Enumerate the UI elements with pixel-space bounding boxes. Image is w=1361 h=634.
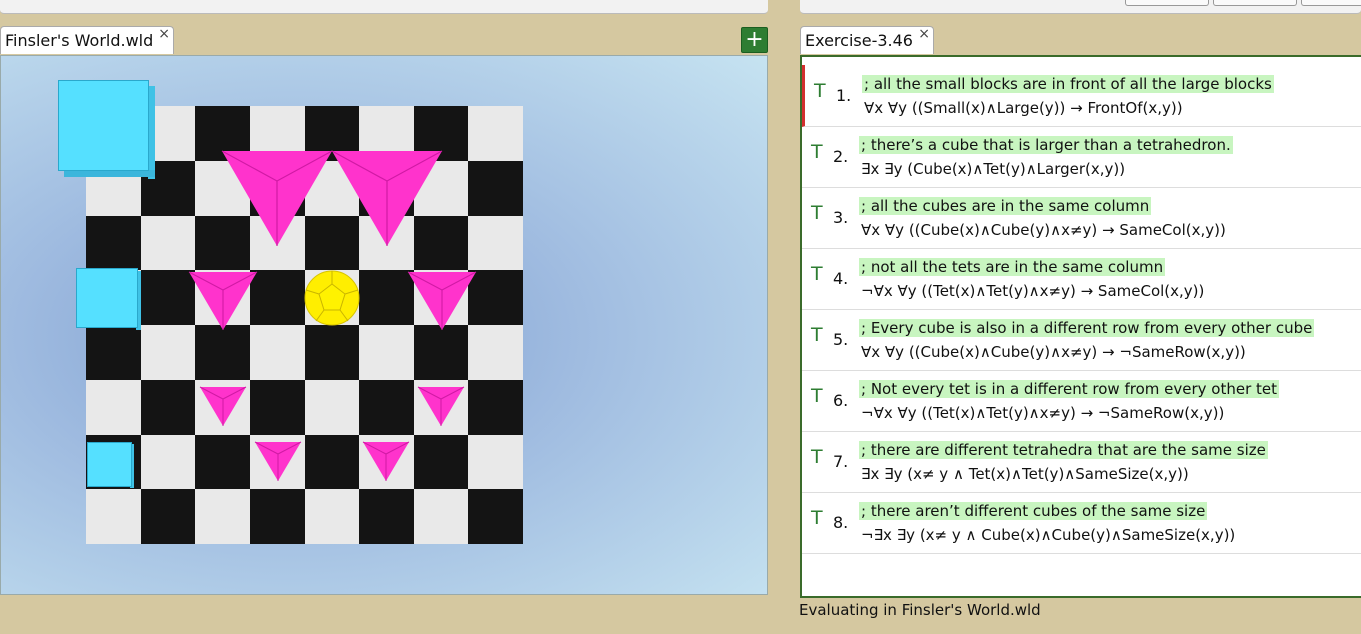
sentence-row[interactable]: T 6. ; Not every tet is in a different row… <box>802 370 1361 432</box>
left-top-toolbar <box>0 0 768 14</box>
truth-value: T <box>811 324 823 346</box>
sentence-number: 7. <box>833 452 849 471</box>
sentence-tab[interactable]: Exercise-3.46 × <box>800 26 934 54</box>
close-icon[interactable]: × <box>158 20 170 48</box>
sentence-tab-label: Exercise-3.46 <box>805 31 913 50</box>
close-icon[interactable]: × <box>918 20 930 48</box>
truth-value: T <box>811 141 823 163</box>
sentence-formula[interactable]: ∀x ∀y ((Cube(x)∧Cube(y)∧x≠y) → SameCol(x… <box>861 221 1226 239</box>
sentence-number: 3. <box>833 208 849 227</box>
sentence-formula[interactable]: ∀x ∀y ((Cube(x)∧Cube(y)∧x≠y) → ¬SameRow(… <box>861 343 1246 361</box>
truth-value: T <box>811 202 823 224</box>
medium-tetrahedron[interactable] <box>407 271 477 330</box>
sentence-formula[interactable]: ¬∀x ∀y ((Tet(x)∧Tet(y)∧x≠y) → SameCol(x,… <box>861 282 1204 300</box>
sentence-row[interactable]: T 1. ; all the small blocks are in front o… <box>802 65 1361 127</box>
sentence-formula[interactable]: ∃x ∃y (x≠ y ∧ Tet(x)∧Tet(y)∧SameSize(x,y… <box>861 465 1189 483</box>
sentence-comment[interactable]: ; not all the tets are in the same colum… <box>859 258 1166 276</box>
sentence-number: 4. <box>833 269 849 288</box>
sentence-comment[interactable]: ; there are different tetrahedra that ar… <box>859 441 1268 459</box>
small-tetrahedron[interactable] <box>417 386 465 426</box>
dodecahedron[interactable] <box>304 270 360 326</box>
sentence-number: 1. <box>836 86 852 105</box>
sentence-formula[interactable]: ∃x ∃y (Cube(x)∧Tet(y)∧Larger(x,y)) <box>861 160 1125 178</box>
toolbar-button[interactable] <box>1301 0 1361 6</box>
world-view[interactable] <box>0 55 768 595</box>
toolbar-button[interactable] <box>1125 0 1209 6</box>
sentence-number: 2. <box>833 147 849 166</box>
world-shapes <box>188 150 477 481</box>
sentence-formula[interactable]: ¬∃x ∃y (x≠ y ∧ Cube(x)∧Cube(y)∧SameSize(… <box>861 526 1235 544</box>
sentence-comment[interactable]: ; all the cubes are in the same column <box>859 197 1152 215</box>
sentence-number: 5. <box>833 330 849 349</box>
sentence-comment[interactable]: ; there’s a cube that is larger than a t… <box>859 136 1233 154</box>
sentence-formula[interactable]: ∀x ∀y ((Small(x)∧Large(y)) → FrontOf(x,y… <box>864 99 1183 117</box>
sentence-formula[interactable]: ¬∀x ∀y ((Tet(x)∧Tet(y)∧x≠y) → ¬SameRow(x… <box>861 404 1224 422</box>
sentence-editor[interactable]: T 1. ; all the small blocks are in front o… <box>800 55 1361 598</box>
world-tab-label: Finsler's World.wld <box>5 31 154 50</box>
sentence-row[interactable]: T 2. ; there’s a cube that is larger than … <box>802 126 1361 188</box>
sentence-row[interactable]: T 4. ; not all the tets are in the same co… <box>802 248 1361 310</box>
sentence-row[interactable]: T 3. ; all the cubes are in the same colum… <box>802 187 1361 249</box>
sentence-number: 6. <box>833 391 849 410</box>
small-tetrahedron[interactable] <box>362 441 410 481</box>
sentence-comment[interactable]: ; Every cube is also in a different row … <box>859 319 1315 337</box>
truth-value: T <box>814 80 826 102</box>
sentence-comment[interactable]: ; there aren’t different cubes of the sa… <box>859 502 1208 520</box>
sentence-row[interactable]: T 5. ; Every cube is also in a different r… <box>802 309 1361 371</box>
truth-value: T <box>811 263 823 285</box>
medium-tetrahedron[interactable] <box>188 271 258 330</box>
sentence-comment[interactable]: ; Not every tet is in a different row fr… <box>859 380 1279 398</box>
add-tab-button[interactable]: + <box>741 27 768 53</box>
sentence-row[interactable]: T 8. ; there aren’t different cubes of the… <box>802 492 1361 554</box>
world-tab[interactable]: Finsler's World.wld × <box>0 26 174 54</box>
truth-value: T <box>811 385 823 407</box>
right-top-toolbar <box>800 0 1361 14</box>
large-tetrahedron[interactable] <box>221 150 333 246</box>
small-tetrahedron[interactable] <box>254 441 302 481</box>
truth-value: T <box>811 507 823 529</box>
toolbar-button[interactable] <box>1213 0 1297 6</box>
sentence-row[interactable]: T 7. ; there are different tetrahedra that… <box>802 431 1361 493</box>
small-tetrahedron[interactable] <box>199 386 247 426</box>
sentence-comment[interactable]: ; all the small blocks are in front of a… <box>862 75 1274 93</box>
truth-value: T <box>811 446 823 468</box>
large-tetrahedron[interactable] <box>331 150 443 246</box>
sentence-number: 8. <box>833 513 849 532</box>
status-text: Evaluating in Finsler's World.wld <box>799 601 1041 619</box>
